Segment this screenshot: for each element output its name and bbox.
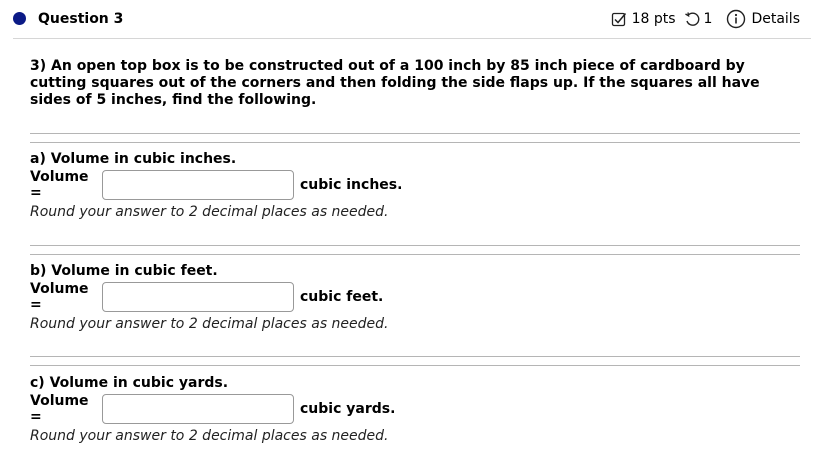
divider <box>30 254 800 255</box>
part-b-title: b) Volume in cubic feet. <box>30 263 218 279</box>
part-c-answer-row: Volume = cubic yards. <box>30 393 395 425</box>
volume-label: Volume = <box>30 281 89 313</box>
volume-label: Volume = <box>30 393 89 425</box>
question-text: 3) An open top box is to be constructed … <box>30 58 760 108</box>
part-b-answer-row: Volume = cubic feet. <box>30 281 383 313</box>
part-a-title: a) Volume in cubic inches. <box>30 151 237 167</box>
question-label: Question 3 <box>38 11 124 27</box>
info-icon[interactable] <box>726 9 746 29</box>
question-header: Question 3 18 pts 1 Details <box>0 0 824 39</box>
question-meta: 18 pts 1 Details <box>611 8 800 30</box>
volume-label: Volume = <box>30 169 89 201</box>
divider <box>30 356 800 357</box>
part-a-answer-row: Volume = cubic inches. <box>30 169 402 201</box>
details-link[interactable]: Details <box>751 11 800 27</box>
divider <box>30 365 800 366</box>
rounding-hint: Round your answer to 2 decimal places as… <box>30 316 389 332</box>
volume-cubic-feet-input[interactable] <box>102 282 294 312</box>
unit-label: cubic feet. <box>300 289 384 305</box>
rounding-hint: Round your answer to 2 decimal places as… <box>30 428 389 444</box>
volume-cubic-yards-input[interactable] <box>102 394 294 424</box>
unit-label: cubic yards. <box>300 401 396 417</box>
divider <box>30 133 800 134</box>
undo-icon[interactable] <box>684 11 700 27</box>
divider <box>30 142 800 143</box>
divider <box>30 245 800 246</box>
checkbox-icon <box>611 11 627 27</box>
points-value: 18 pts <box>631 11 676 27</box>
question-status-dot <box>13 12 26 25</box>
volume-cubic-inches-input[interactable] <box>102 170 294 200</box>
unit-label: cubic inches. <box>300 177 403 193</box>
tries-count: 1 <box>703 11 713 27</box>
part-c-title: c) Volume in cubic yards. <box>30 375 229 391</box>
rounding-hint: Round your answer to 2 decimal places as… <box>30 204 389 220</box>
header-divider <box>13 38 811 39</box>
